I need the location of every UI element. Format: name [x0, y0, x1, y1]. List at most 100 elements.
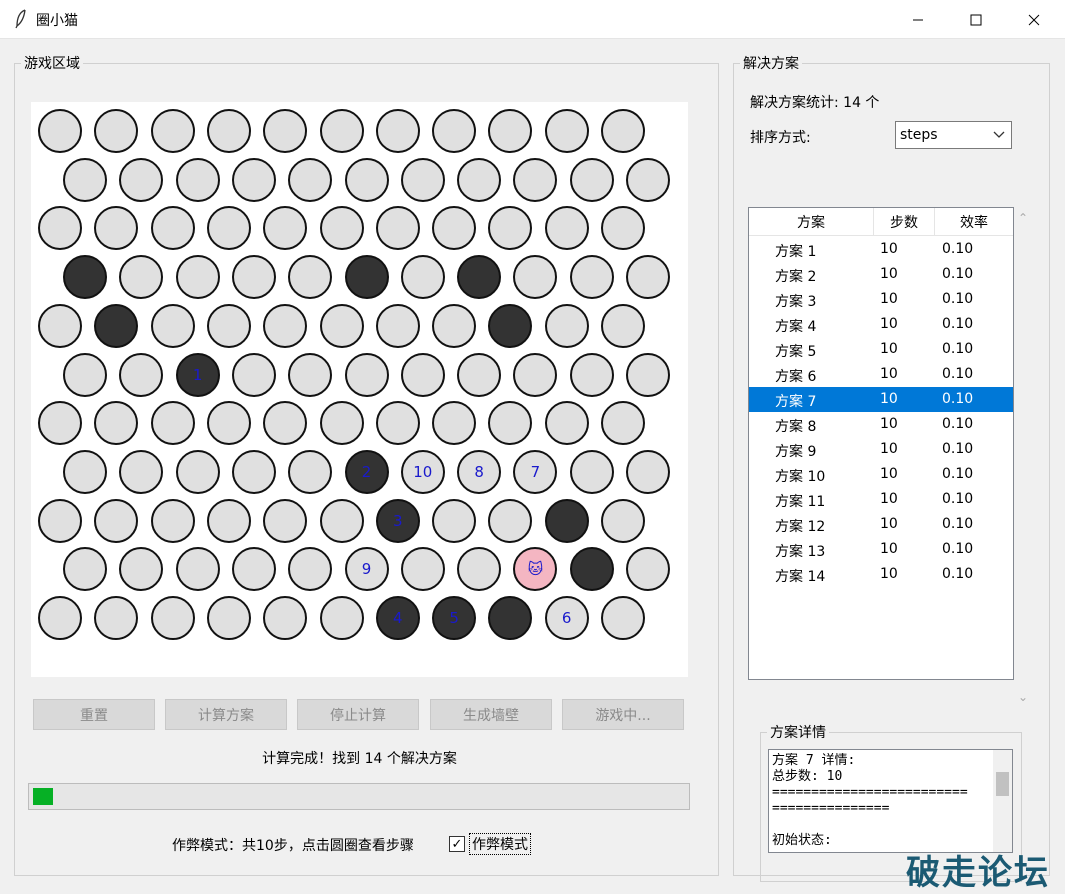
board-cell[interactable]: [457, 547, 502, 592]
board-cell[interactable]: [457, 352, 502, 397]
cat-cell[interactable]: 🐱: [513, 547, 558, 592]
board-cell[interactable]: [544, 206, 589, 251]
board-cell[interactable]: [231, 255, 276, 300]
board-cell[interactable]: [319, 401, 364, 446]
board-cell[interactable]: [263, 303, 308, 348]
board-cell[interactable]: 7: [513, 449, 558, 494]
table-row[interactable]: 方案 10 10 0.10: [749, 462, 1013, 487]
scroll-down-icon[interactable]: ⌄: [1018, 690, 1028, 704]
reset-button[interactable]: 重置: [33, 699, 155, 730]
board-cell[interactable]: [601, 206, 645, 251]
board-cell[interactable]: [63, 547, 107, 592]
board-cell[interactable]: [569, 449, 614, 494]
board-cell[interactable]: [344, 157, 389, 202]
board-cell[interactable]: [38, 401, 82, 446]
board-cell[interactable]: [94, 109, 139, 153]
board-cell[interactable]: [488, 498, 533, 543]
scroll-up-icon[interactable]: ⌃: [1018, 211, 1028, 225]
scroll-thumb[interactable]: [996, 772, 1009, 796]
board-cell[interactable]: [288, 352, 333, 397]
board-cell[interactable]: [626, 547, 670, 592]
generate-walls-button[interactable]: 生成墙壁: [430, 699, 552, 730]
details-scrollbar[interactable]: [993, 750, 1012, 852]
board-cell[interactable]: [119, 547, 164, 592]
board-cell[interactable]: [375, 303, 420, 348]
board-cell[interactable]: [263, 498, 308, 543]
wall-cell[interactable]: 1: [175, 352, 220, 397]
calculate-button[interactable]: 计算方案: [165, 699, 287, 730]
table-row[interactable]: 方案 14 10 0.10: [749, 562, 1013, 587]
board-cell[interactable]: [626, 352, 670, 397]
game-status-button[interactable]: 游戏中...: [562, 699, 684, 730]
board-cell[interactable]: [63, 352, 107, 397]
board-cell[interactable]: [513, 157, 558, 202]
board-cell[interactable]: [400, 547, 445, 592]
board-cell[interactable]: [513, 352, 558, 397]
board-cell[interactable]: 9: [344, 547, 389, 592]
board-cell[interactable]: [63, 449, 107, 494]
board-cell[interactable]: [175, 157, 220, 202]
board-cell[interactable]: [231, 352, 276, 397]
board-cell[interactable]: [119, 157, 164, 202]
column-header-steps[interactable]: 步数: [874, 208, 935, 236]
board-cell[interactable]: [175, 449, 220, 494]
board-cell[interactable]: [432, 206, 477, 251]
table-row[interactable]: 方案 9 10 0.10: [749, 437, 1013, 462]
board-cell[interactable]: [263, 596, 308, 640]
board-cell[interactable]: [544, 401, 589, 446]
board-cell[interactable]: [38, 206, 82, 251]
board-cell[interactable]: [319, 498, 364, 543]
wall-cell[interactable]: 5: [432, 596, 477, 640]
board-cell[interactable]: [626, 157, 670, 202]
board-cell[interactable]: [288, 547, 333, 592]
board-cell[interactable]: [288, 157, 333, 202]
table-row[interactable]: 方案 13 10 0.10: [749, 537, 1013, 562]
column-header-efficiency[interactable]: 效率: [935, 208, 1013, 236]
board-cell[interactable]: [457, 157, 502, 202]
board-cell[interactable]: [288, 449, 333, 494]
board-cell[interactable]: [432, 498, 477, 543]
board-cell[interactable]: [263, 109, 308, 153]
board-cell[interactable]: [94, 206, 139, 251]
board-cell[interactable]: [150, 401, 195, 446]
wall-cell[interactable]: [94, 303, 139, 348]
game-board[interactable]: 1 2 10 8 7 3 9 🐱 4 5 6: [31, 102, 688, 677]
board-cell[interactable]: [38, 596, 82, 640]
board-cell[interactable]: [175, 547, 220, 592]
wall-cell[interactable]: [344, 255, 389, 300]
board-cell[interactable]: [626, 255, 670, 300]
board-cell[interactable]: [119, 255, 164, 300]
board-cell[interactable]: [150, 109, 195, 153]
table-row[interactable]: 方案 5 10 0.10: [749, 337, 1013, 362]
board-cell[interactable]: [63, 157, 107, 202]
wall-cell[interactable]: [488, 596, 533, 640]
board-cell[interactable]: [263, 401, 308, 446]
table-row[interactable]: 方案 11 10 0.10: [749, 487, 1013, 512]
board-cell[interactable]: [601, 401, 645, 446]
board-cell[interactable]: [206, 596, 251, 640]
board-cell[interactable]: [206, 206, 251, 251]
board-cell[interactable]: 6: [544, 596, 589, 640]
board-cell[interactable]: 8: [457, 449, 502, 494]
board-cell[interactable]: [150, 498, 195, 543]
board-cell[interactable]: [488, 109, 533, 153]
table-row[interactable]: 方案 4 10 0.10: [749, 312, 1013, 337]
solutions-table[interactable]: 方案 步数 效率 方案 1 10 0.10 方案 2 10 0.10 方案 3 10 0.10 方…: [748, 207, 1014, 680]
board-cell[interactable]: [94, 498, 139, 543]
column-header-solution[interactable]: 方案: [749, 208, 874, 236]
board-cell[interactable]: [601, 109, 645, 153]
board-cell[interactable]: [94, 596, 139, 640]
board-cell[interactable]: [375, 206, 420, 251]
board-cell[interactable]: [263, 206, 308, 251]
board-cell[interactable]: [400, 255, 445, 300]
board-cell[interactable]: [319, 596, 364, 640]
board-cell[interactable]: [601, 596, 645, 640]
board-cell[interactable]: [38, 109, 82, 153]
wall-cell[interactable]: 2: [344, 449, 389, 494]
board-cell[interactable]: [544, 303, 589, 348]
wall-cell[interactable]: 4: [375, 596, 420, 640]
table-row[interactable]: 方案 6 10 0.10: [749, 362, 1013, 387]
board-cell[interactable]: [150, 206, 195, 251]
cheat-mode-checkbox[interactable]: ✓: [449, 836, 465, 852]
board-cell[interactable]: [432, 303, 477, 348]
